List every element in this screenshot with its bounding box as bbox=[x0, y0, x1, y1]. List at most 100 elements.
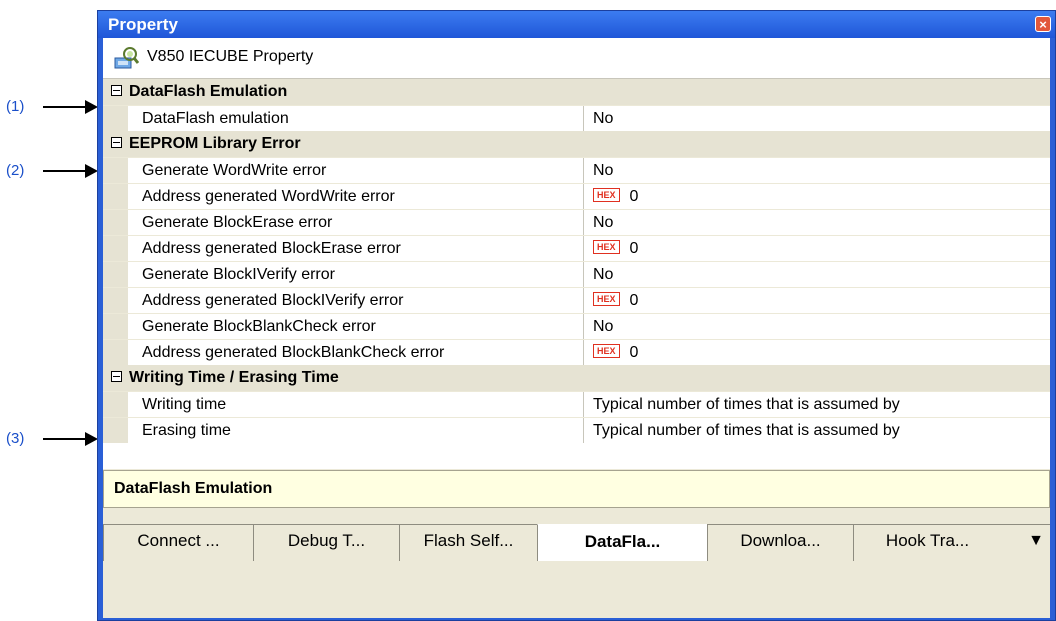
column-divider bbox=[583, 106, 584, 131]
property-row[interactable]: Generate BlockBlankCheck error No bbox=[103, 313, 1050, 339]
column-divider bbox=[583, 210, 584, 235]
object-header: V850 IECUBE Property bbox=[103, 38, 1050, 78]
property-row[interactable]: Generate BlockErase error No bbox=[103, 209, 1050, 235]
property-name: Erasing time bbox=[142, 422, 231, 439]
property-value[interactable]: No bbox=[593, 106, 613, 132]
callout-3: (3) bbox=[0, 429, 98, 449]
property-value-cell[interactable]: HEX 0 bbox=[593, 236, 638, 262]
description-title: DataFlash Emulation bbox=[114, 480, 273, 497]
column-divider bbox=[583, 262, 584, 287]
column-divider bbox=[583, 418, 584, 443]
tab-strip: Connect ... Debug T... Flash Self... Dat… bbox=[103, 524, 1050, 563]
property-value: 0 bbox=[629, 188, 639, 205]
description-area: DataFlash Emulation bbox=[103, 470, 1050, 508]
column-divider bbox=[583, 236, 584, 261]
collapse-icon[interactable] bbox=[111, 85, 122, 96]
property-value[interactable]: No bbox=[593, 210, 613, 236]
property-value: 0 bbox=[629, 344, 639, 361]
row-gutter bbox=[103, 314, 128, 339]
tab-menu-icon[interactable]: ▼ bbox=[1028, 532, 1044, 550]
collapse-icon[interactable] bbox=[111, 137, 122, 148]
property-row[interactable]: Address generated WordWrite error HEX 0 bbox=[103, 183, 1050, 209]
callout-label: (2) bbox=[6, 162, 25, 179]
property-row[interactable]: Address generated BlockErase error HEX 0 bbox=[103, 235, 1050, 261]
property-value[interactable]: No bbox=[593, 158, 613, 184]
row-gutter bbox=[103, 288, 128, 313]
tab-download[interactable]: Downloa... bbox=[707, 524, 853, 561]
row-gutter bbox=[103, 210, 128, 235]
category-writing-erasing-time[interactable]: Writing Time / Erasing Time bbox=[103, 365, 1050, 391]
tab-flash-self[interactable]: Flash Self... bbox=[399, 524, 537, 561]
callout-arrow-line bbox=[43, 170, 87, 172]
category-dataflash-emulation[interactable]: DataFlash Emulation bbox=[103, 79, 1050, 105]
row-gutter bbox=[103, 340, 128, 365]
property-name: Generate BlockErase error bbox=[142, 214, 333, 231]
callout-arrow-line bbox=[43, 438, 87, 440]
property-value[interactable]: Typical number of times that is assumed … bbox=[593, 418, 900, 444]
row-gutter bbox=[103, 392, 128, 417]
property-name: Generate BlockIVerify error bbox=[142, 266, 335, 283]
row-gutter bbox=[103, 262, 128, 287]
property-name: Generate WordWrite error bbox=[142, 162, 327, 179]
property-value[interactable]: Typical number of times that is assumed … bbox=[593, 392, 900, 418]
panel-title: Property bbox=[108, 15, 178, 34]
property-name: DataFlash emulation bbox=[142, 110, 289, 127]
property-row[interactable]: Generate WordWrite error No bbox=[103, 157, 1050, 183]
row-gutter bbox=[103, 106, 128, 131]
callout-label: (3) bbox=[6, 430, 25, 447]
panel-client: V850 IECUBE Property DataFlash Emulation… bbox=[103, 38, 1050, 618]
callout-label: (1) bbox=[6, 98, 25, 115]
property-value-cell[interactable]: HEX 0 bbox=[593, 184, 638, 210]
property-name: Address generated BlockIVerify error bbox=[142, 292, 404, 309]
hex-icon: HEX bbox=[593, 188, 620, 203]
column-divider bbox=[583, 288, 584, 313]
tab-hook-transaction[interactable]: Hook Tra... bbox=[853, 524, 1001, 561]
column-divider bbox=[583, 340, 584, 365]
row-gutter bbox=[103, 184, 128, 209]
tab-connect[interactable]: Connect ... bbox=[103, 524, 253, 561]
callout-1: (1) bbox=[0, 97, 98, 117]
property-value[interactable]: No bbox=[593, 262, 613, 288]
tab-dataflash[interactable]: DataFla... bbox=[537, 524, 707, 561]
property-name: Address generated BlockErase error bbox=[142, 240, 401, 257]
property-value[interactable]: No bbox=[593, 314, 613, 340]
column-divider bbox=[583, 314, 584, 339]
row-gutter bbox=[103, 158, 128, 183]
row-gutter bbox=[103, 418, 128, 443]
close-button[interactable]: × bbox=[1035, 16, 1051, 32]
property-panel: Property × V850 IECUBE Property DataFlas… bbox=[97, 10, 1056, 621]
column-divider bbox=[583, 392, 584, 417]
object-name: V850 IECUBE Property bbox=[147, 48, 314, 65]
column-divider bbox=[583, 158, 584, 183]
property-name: Generate BlockBlankCheck error bbox=[142, 318, 376, 335]
property-row[interactable]: Address generated BlockIVerify error HEX… bbox=[103, 287, 1050, 313]
property-value-cell[interactable]: HEX 0 bbox=[593, 288, 638, 314]
property-grid: DataFlash Emulation DataFlash emulation … bbox=[103, 78, 1050, 469]
column-divider bbox=[583, 184, 584, 209]
category-eeprom-library-error[interactable]: EEPROM Library Error bbox=[103, 131, 1050, 157]
category-label: EEPROM Library Error bbox=[129, 135, 301, 152]
tab-debug-tool[interactable]: Debug T... bbox=[253, 524, 399, 561]
title-bar[interactable]: Property × bbox=[98, 11, 1055, 38]
property-name: Address generated WordWrite error bbox=[142, 188, 395, 205]
collapse-icon[interactable] bbox=[111, 371, 122, 382]
property-name: Writing time bbox=[142, 396, 227, 413]
callout-arrow-line bbox=[43, 106, 87, 108]
category-label: Writing Time / Erasing Time bbox=[129, 369, 339, 386]
property-row[interactable]: Erasing time Typical number of times tha… bbox=[103, 417, 1050, 443]
property-row[interactable]: Address generated BlockBlankCheck error … bbox=[103, 339, 1050, 365]
property-name: Address generated BlockBlankCheck error bbox=[142, 344, 445, 361]
property-value-cell[interactable]: HEX 0 bbox=[593, 340, 638, 366]
callout-2: (2) bbox=[0, 161, 98, 181]
property-row[interactable]: Writing time Typical number of times tha… bbox=[103, 391, 1050, 417]
hex-icon: HEX bbox=[593, 240, 620, 255]
category-label: DataFlash Emulation bbox=[129, 83, 288, 100]
hex-icon: HEX bbox=[593, 344, 620, 359]
property-value: 0 bbox=[629, 240, 639, 257]
property-row[interactable]: DataFlash emulation No bbox=[103, 105, 1050, 131]
property-row[interactable]: Generate BlockIVerify error No bbox=[103, 261, 1050, 287]
property-value: 0 bbox=[629, 292, 639, 309]
tab-area: Connect ... Debug T... Flash Self... Dat… bbox=[103, 510, 1050, 618]
hex-icon: HEX bbox=[593, 292, 620, 307]
property-icon bbox=[114, 47, 139, 69]
